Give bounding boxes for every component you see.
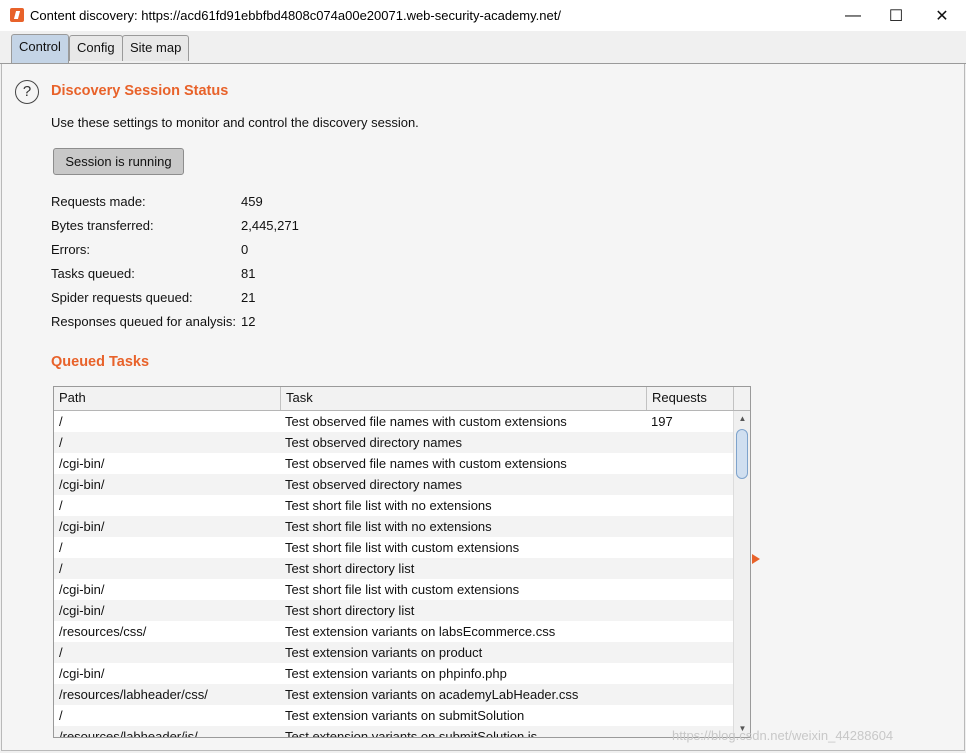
stat-label-errors: Errors: [51,242,90,257]
cell-path: / [59,645,63,660]
close-button[interactable]: ✕ [919,0,965,31]
table-row[interactable]: / Test short file list with custom extens… [54,537,733,558]
stat-value-spider-requests-queued: 21 [241,290,256,305]
queued-tasks-heading: Queued Tasks [51,354,150,370]
stat-label-requests-made: Requests made: [51,194,146,209]
cell-task: Test observed directory names [285,435,463,450]
cell-task: Test observed directory names [285,477,463,492]
stat-value-bytes-transferred: 2,445,271 [241,218,299,233]
cell-path: /cgi-bin/ [59,603,105,618]
table-row[interactable]: / Test extension variants on submitSoluti… [54,705,733,726]
minimize-button[interactable]: — [830,0,876,31]
table-row[interactable]: / Test short directory list [54,558,733,579]
tab-site-map[interactable]: Site map [122,35,190,61]
table-row[interactable]: /resources/css/Test extension variants o… [54,621,733,642]
cell-path: /cgi-bin/ [59,519,105,534]
cell-path: /cgi-bin/ [59,456,105,471]
cell-task: Test short file list with no extensions [285,519,492,534]
cell-path: / [59,708,63,723]
table-row[interactable]: /cgi-bin/Test short file list with custo… [54,579,733,600]
cell-task: Test short directory list [285,603,415,618]
table-row[interactable]: / Test extension variants on product [54,642,733,663]
cell-task: Test extension variants on academyLabHea… [285,687,579,702]
cell-task: Test short directory list [285,561,415,576]
tab-config[interactable]: Config [69,35,123,61]
table-row[interactable]: /cgi-bin/Test extension variants on phpi… [54,663,733,684]
tab-control[interactable]: Control [11,34,69,63]
stat-value-tasks-queued: 81 [241,266,256,281]
window-title: Content discovery: https://acd61fd91ebbf… [30,8,561,23]
queued-tasks-table: Path Task Requests / Test observed file n… [53,386,751,738]
table-row[interactable]: /resources/labheader/css/Test extension … [54,684,733,705]
stat-value-requests-made: 459 [241,194,263,209]
cell-task: Test extension variants on phpinfo.php [285,666,507,681]
cell-path: / [59,540,63,555]
expand-arrow-icon[interactable] [752,554,760,564]
cell-task: Test observed file names with custom ext… [285,414,567,429]
column-header-path[interactable]: Path [54,387,281,410]
table-row[interactable]: /cgi-bin/Test observed file names with c… [54,453,733,474]
stat-label-tasks-queued: Tasks queued: [51,266,135,281]
table-row[interactable]: / Test observed directory names [54,432,733,453]
help-icon[interactable]: ? [15,80,39,104]
cell-path: / [59,498,63,513]
cell-path: /resources/labheader/js/ [59,729,198,737]
cell-task: Test short file list with custom extensi… [285,582,520,597]
maximize-button[interactable]: ☐ [873,0,919,31]
table-row[interactable]: / Test short file list with no extensions [54,495,733,516]
status-description: Use these settings to monitor and contro… [51,115,419,130]
cell-path: /resources/labheader/css/ [59,687,208,702]
table-body: / Test observed file names with custom ex… [54,411,733,737]
cell-path: /resources/css/ [59,624,147,639]
stat-label-responses-queued: Responses queued for analysis: [51,314,237,329]
table-row[interactable]: /cgi-bin/Test short file list with no ex… [54,516,733,537]
scrollbar-thumb[interactable] [736,429,748,479]
table-row[interactable]: / Test observed file names with custom ex… [54,411,733,432]
burp-logo-icon [10,8,24,22]
table-row[interactable]: /cgi-bin/Test short directory list [54,600,733,621]
column-header-task[interactable]: Task [281,387,647,410]
cell-path: /cgi-bin/ [59,582,105,597]
cell-task: Test observed file names with custom ext… [285,456,567,471]
table-row[interactable]: /resources/labheader/js/Test extension v… [54,726,733,737]
scroll-up-icon[interactable]: ▲ [734,411,750,427]
cell-task: Test extension variants on product [285,645,483,660]
title-bar: Content discovery: https://acd61fd91ebbf… [0,0,966,31]
stat-value-errors: 0 [241,242,249,257]
cell-requests: 197 [651,414,673,429]
cell-task: Test extension variants on labsEcommerce… [285,624,556,639]
stat-label-spider-requests-queued: Spider requests queued: [51,290,193,305]
status-heading: Discovery Session Status [51,83,229,99]
cell-path: / [59,561,63,576]
cell-task: Test short file list with no extensions [285,498,492,513]
vertical-scrollbar[interactable]: ▲ ▼ [733,411,750,737]
table-header: Path Task Requests [54,387,750,411]
cell-task: Test short file list with custom extensi… [285,540,520,555]
cell-path: / [59,414,63,429]
cell-task: Test extension variants on submitSolutio… [285,729,538,737]
stat-label-bytes-transferred: Bytes transferred: [51,218,154,233]
table-row[interactable]: /cgi-bin/Test observed directory names [54,474,733,495]
tab-bar: Control Config Site map [0,31,966,64]
column-header-requests[interactable]: Requests [647,387,734,410]
cell-path: /cgi-bin/ [59,666,105,681]
session-toggle-button[interactable]: Session is running [53,148,184,175]
watermark: https://blog.csdn.net/weixin_44288604 [672,728,894,743]
cell-task: Test extension variants on submitSolutio… [285,708,525,723]
cell-path: /cgi-bin/ [59,477,105,492]
stat-value-responses-queued: 12 [241,314,256,329]
cell-path: / [59,435,63,450]
